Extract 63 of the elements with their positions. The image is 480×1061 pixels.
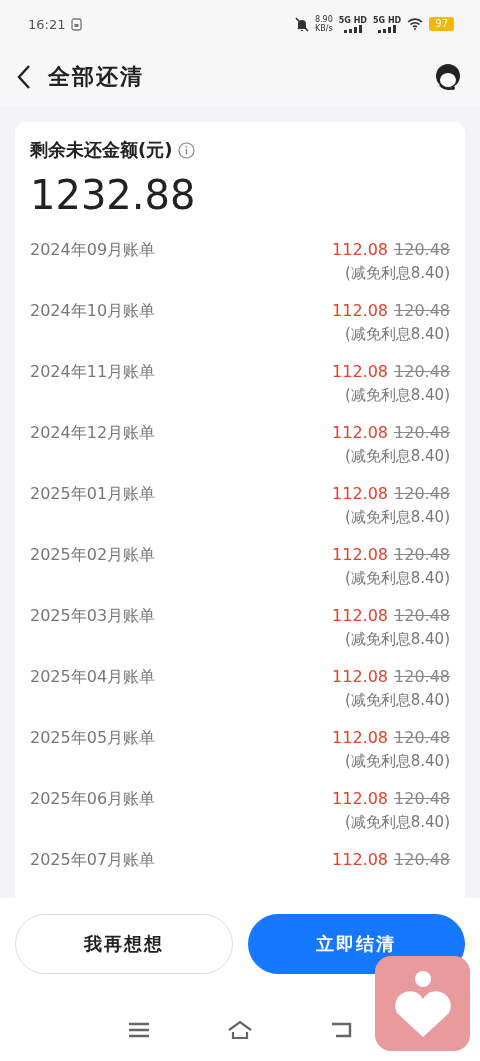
original-amount: 120.48 <box>394 789 450 808</box>
interest-waiver-note: (减免利息8.40) <box>344 447 450 466</box>
info-icon[interactable] <box>178 141 196 159</box>
network-type: 5G HD <box>338 15 367 25</box>
bill-month: 2024年12月账单 <box>30 423 156 444</box>
original-amount: 120.48 <box>394 545 450 564</box>
interest-waiver-note: (减免利息8.40) <box>344 691 450 710</box>
bill-month: 2025年01月账单 <box>30 484 156 505</box>
battery-level: 97 <box>429 17 454 31</box>
menu-icon[interactable] <box>128 1021 151 1038</box>
bill-month: 2024年10月账单 <box>30 301 156 322</box>
original-amount: 120.48 <box>394 850 450 869</box>
back-icon[interactable] <box>16 64 32 90</box>
signal-icon <box>378 24 397 33</box>
muted-bell-icon <box>294 16 309 32</box>
discounted-amount: 112.08 <box>332 606 388 625</box>
interest-waiver-note: (减免利息8.40) <box>344 508 450 527</box>
original-amount: 120.48 <box>394 484 450 503</box>
cancel-button[interactable]: 我再想想 <box>15 914 233 974</box>
remaining-amount: 1232.88 <box>30 172 197 218</box>
original-amount: 120.48 <box>394 240 450 259</box>
bill-month: 2024年11月账单 <box>30 362 156 383</box>
interest-waiver-note: (减免利息8.40) <box>344 569 450 588</box>
network-speed: 8.90 <box>314 15 333 24</box>
original-amount: 120.48 <box>394 362 450 381</box>
page-title: 全部还清 <box>48 63 145 91</box>
bill-month: 2025年06月账单 <box>30 789 156 810</box>
interest-waiver-note: (减免利息8.40) <box>344 813 450 832</box>
home-icon[interactable] <box>227 1019 253 1040</box>
original-amount: 120.48 <box>394 667 450 686</box>
interest-waiver-note: (减免利息8.40) <box>344 630 450 649</box>
original-amount: 120.48 <box>394 606 450 625</box>
interest-waiver-note: (减免利息8.40) <box>344 386 450 405</box>
interest-waiver-note: (减免利息8.40) <box>344 752 450 771</box>
discounted-amount: 112.08 <box>332 423 388 442</box>
back-nav-icon[interactable] <box>329 1020 352 1039</box>
discounted-amount: 112.08 <box>332 667 388 686</box>
signal-icon <box>343 24 362 33</box>
discounted-amount: 112.08 <box>332 240 388 259</box>
original-amount: 120.48 <box>394 728 450 747</box>
interest-waiver-note: (减免利息8.40) <box>344 325 450 344</box>
discounted-amount: 112.08 <box>332 545 388 564</box>
discounted-amount: 112.08 <box>332 789 388 808</box>
summary-label: 剩余未还金额(元) <box>30 138 173 162</box>
interest-waiver-note: (减免利息8.40) <box>344 264 450 283</box>
bill-month: 2025年07月账单 <box>30 850 156 871</box>
discounted-amount: 112.08 <box>332 362 388 381</box>
bill-month: 2025年02月账单 <box>30 545 156 566</box>
original-amount: 120.48 <box>394 301 450 320</box>
discounted-amount: 112.08 <box>332 484 388 503</box>
network-speed-unit: KB/s <box>315 24 333 33</box>
bill-month: 2025年05月账单 <box>30 728 156 749</box>
discounted-amount: 112.08 <box>332 301 388 320</box>
discounted-amount: 112.08 <box>332 850 388 869</box>
status-time: 16:21 <box>28 16 66 32</box>
document-icon <box>71 17 83 31</box>
network-type: 5G HD <box>373 15 402 25</box>
bill-month: 2025年03月账单 <box>30 606 156 627</box>
wifi-icon <box>407 18 424 30</box>
original-amount: 120.48 <box>394 423 450 442</box>
bill-month: 2025年04月账单 <box>30 667 156 688</box>
discounted-amount: 112.08 <box>332 728 388 747</box>
bill-month: 2024年09月账单 <box>30 240 156 261</box>
